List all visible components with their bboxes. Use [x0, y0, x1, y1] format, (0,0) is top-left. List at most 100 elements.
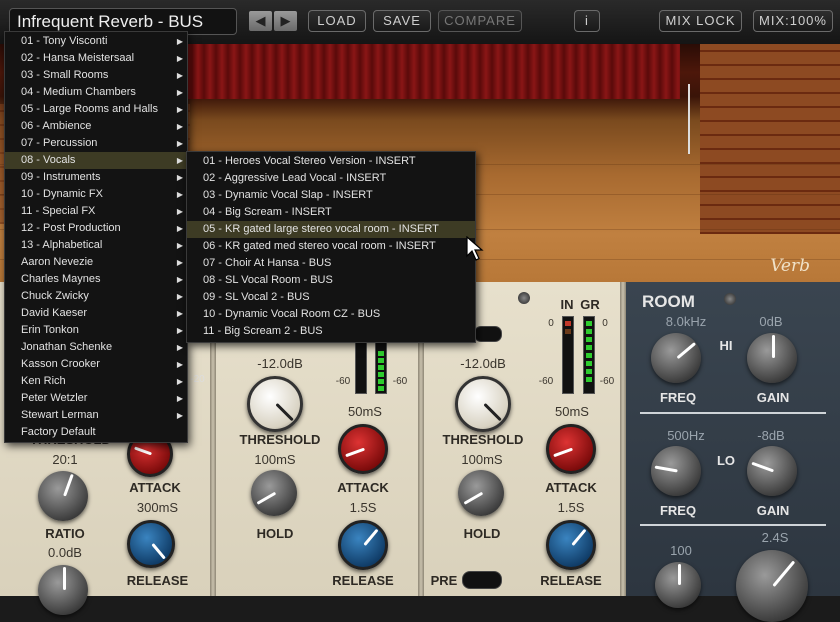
preset-menu-item[interactable]: 08 - Vocals ▶	[5, 152, 187, 169]
submenu-item[interactable]: 05 - KR gated large stereo vocal room - …	[187, 221, 475, 238]
stage-curtain	[180, 44, 680, 99]
preset-menu-item[interactable]: 05 - Large Rooms and Halls ▶	[5, 101, 187, 118]
preset-menu-item[interactable]: 13 - Alphabetical ▶	[5, 237, 187, 254]
preset-menu-item[interactable]: Charles Maynes ▶	[5, 271, 187, 288]
mix-control[interactable]: MIX:100%	[753, 10, 833, 32]
preset-menu-item[interactable]: Erin Tonkon ▶	[5, 322, 187, 339]
mix-lock-button[interactable]: MIX LOCK	[659, 10, 742, 32]
comp-release-label: RELEASE	[126, 573, 189, 588]
submenu-item-label: 04 - Big Scream - INSERT	[203, 206, 332, 218]
meter-zero-right: 0	[602, 318, 608, 329]
submenu-item[interactable]: 08 - SL Vocal Room - BUS	[187, 272, 475, 289]
preset-menu-item[interactable]: 03 - Small Rooms ▶	[5, 67, 187, 84]
next-preset-button[interactable]: ▶	[274, 11, 297, 31]
hi-gain-knob[interactable]	[747, 333, 797, 383]
submenu-item-label: 03 - Dynamic Vocal Slap - INSERT	[203, 189, 373, 201]
gate1-hold-knob[interactable]	[251, 470, 297, 516]
preset-menu-item[interactable]: 10 - Dynamic FX ▶	[5, 186, 187, 203]
submenu-item[interactable]: 06 - KR gated med stereo vocal room - IN…	[187, 238, 475, 255]
preset-menu-item-label: Ken Rich	[21, 375, 66, 387]
gate1-threshold-value: -12.0dB	[257, 356, 303, 371]
gate2-meter-min-right: -60	[599, 376, 615, 387]
lo-freq-label: FREQ	[659, 503, 697, 518]
mouse-cursor-icon	[466, 236, 484, 261]
lo-gain-knob[interactable]	[747, 446, 797, 496]
preset-menu-item[interactable]: David Kaeser ▶	[5, 305, 187, 322]
preset-menu-item[interactable]: 06 - Ambience ▶	[5, 118, 187, 135]
submenu-item[interactable]: 01 - Heroes Vocal Stereo Version - INSER…	[187, 153, 475, 170]
preset-menu-item-label: Aaron Nevezie	[21, 256, 94, 268]
preset-menu-item[interactable]: 09 - Instruments ▶	[5, 169, 187, 186]
preset-menu-item-label: 04 - Medium Chambers	[21, 86, 136, 98]
comp-release-knob[interactable]	[127, 520, 175, 568]
preset-menu-item[interactable]: Stewart Lerman ▶	[5, 407, 187, 424]
comp-attack-label: ATTACK	[129, 480, 181, 495]
preset-menu-item[interactable]: 04 - Medium Chambers ▶	[5, 84, 187, 101]
preset-menu-item[interactable]: Factory Default	[5, 424, 187, 441]
submenu-item[interactable]: 10 - Dynamic Vocal Room CZ - BUS	[187, 306, 475, 323]
gate2-threshold-value: -12.0dB	[460, 356, 506, 371]
previous-preset-button[interactable]: ◀	[249, 11, 272, 31]
submenu-item-label: 10 - Dynamic Vocal Room CZ - BUS	[203, 308, 381, 320]
gate2-toggle[interactable]	[474, 326, 502, 342]
comp-release-value: 300mS	[136, 500, 179, 515]
preset-menu-item[interactable]: Aaron Nevezie ▶	[5, 254, 187, 271]
gate1-threshold-label: THRESHOLD	[239, 432, 321, 447]
hi-freq-knob[interactable]	[651, 333, 701, 383]
gate1-threshold-knob[interactable]	[247, 376, 303, 432]
preset-menu-item[interactable]: 12 - Post Production ▶	[5, 220, 187, 237]
gate2-threshold-knob[interactable]	[455, 376, 511, 432]
preset-menu-item[interactable]: Chuck Zwicky ▶	[5, 288, 187, 305]
submenu-arrow-icon: ▶	[176, 190, 183, 199]
compare-button[interactable]: COMPARE	[438, 10, 522, 32]
submenu-arrow-icon: ▶	[176, 207, 183, 216]
info-button[interactable]: i	[574, 10, 600, 32]
submenu-item[interactable]: 09 - SL Vocal 2 - BUS	[187, 289, 475, 306]
preset-menu-item[interactable]: 07 - Percussion ▶	[5, 135, 187, 152]
preset-menu-item[interactable]: 11 - Special FX ▶	[5, 203, 187, 220]
preset-menu-item[interactable]: Jonathan Schenke ▶	[5, 339, 187, 356]
room-bottom-left-knob[interactable]	[655, 562, 701, 608]
submenu-item[interactable]: 07 - Choir At Hansa - BUS	[187, 255, 475, 272]
ratio-knob[interactable]	[38, 471, 88, 521]
gate2-attack-knob[interactable]	[546, 424, 596, 474]
preset-menu-item[interactable]: Ken Rich ▶	[5, 373, 187, 390]
submenu-item-label: 07 - Choir At Hansa - BUS	[203, 257, 332, 269]
gate1-release-knob[interactable]	[338, 520, 388, 570]
decay-knob[interactable]	[736, 550, 808, 622]
save-button[interactable]: SAVE	[373, 10, 431, 32]
comp-bottom-knob[interactable]	[38, 565, 88, 615]
submenu-arrow-icon: ▶	[176, 292, 183, 301]
ratio-value: 20:1	[52, 452, 78, 467]
submenu-arrow-icon: ▶	[176, 224, 183, 233]
submenu-item[interactable]: 04 - Big Scream - INSERT	[187, 204, 475, 221]
preset-menu-item-label: 08 - Vocals	[21, 154, 76, 166]
gate2-hold-knob[interactable]	[458, 470, 504, 516]
load-button[interactable]: LOAD	[308, 10, 366, 32]
preset-menu-item-label: Chuck Zwicky	[21, 290, 89, 302]
submenu-item[interactable]: 03 - Dynamic Vocal Slap - INSERT	[187, 187, 475, 204]
submenu-arrow-icon: ▶	[176, 326, 183, 335]
gate1-meter-min-right: -60	[392, 376, 408, 387]
preset-menu-item-label: Charles Maynes	[21, 273, 101, 285]
gate1-release-label: RELEASE	[332, 573, 394, 588]
submenu-arrow-icon: ▶	[176, 173, 183, 182]
vocals-submenu: 01 - Heroes Vocal Stereo Version - INSER…	[186, 151, 476, 343]
gate1-attack-knob[interactable]	[338, 424, 388, 474]
gate2-release-knob[interactable]	[546, 520, 596, 570]
preset-menu-item-label: David Kaeser	[21, 307, 88, 319]
meter-gr-label: GR	[580, 297, 600, 312]
preset-menu-item[interactable]: Kasson Crooker ▶	[5, 356, 187, 373]
submenu-arrow-icon: ▶	[176, 71, 183, 80]
lo-freq-knob[interactable]	[651, 446, 701, 496]
preset-menu-item[interactable]: 01 - Tony Visconti ▶	[5, 33, 187, 50]
gate1-release-value: 1.5S	[349, 500, 377, 515]
preset-menu-item-label: Stewart Lerman	[21, 409, 99, 421]
lo-label: LO	[716, 453, 736, 468]
submenu-item[interactable]: 02 - Aggressive Lead Vocal - INSERT	[187, 170, 475, 187]
preset-menu-item-label: 07 - Percussion	[21, 137, 98, 149]
pre-toggle[interactable]	[462, 571, 502, 589]
preset-menu-item[interactable]: 02 - Hansa Meistersaal ▶	[5, 50, 187, 67]
preset-menu-item[interactable]: Peter Wetzler ▶	[5, 390, 187, 407]
submenu-item[interactable]: 11 - Big Scream 2 - BUS	[187, 323, 475, 340]
